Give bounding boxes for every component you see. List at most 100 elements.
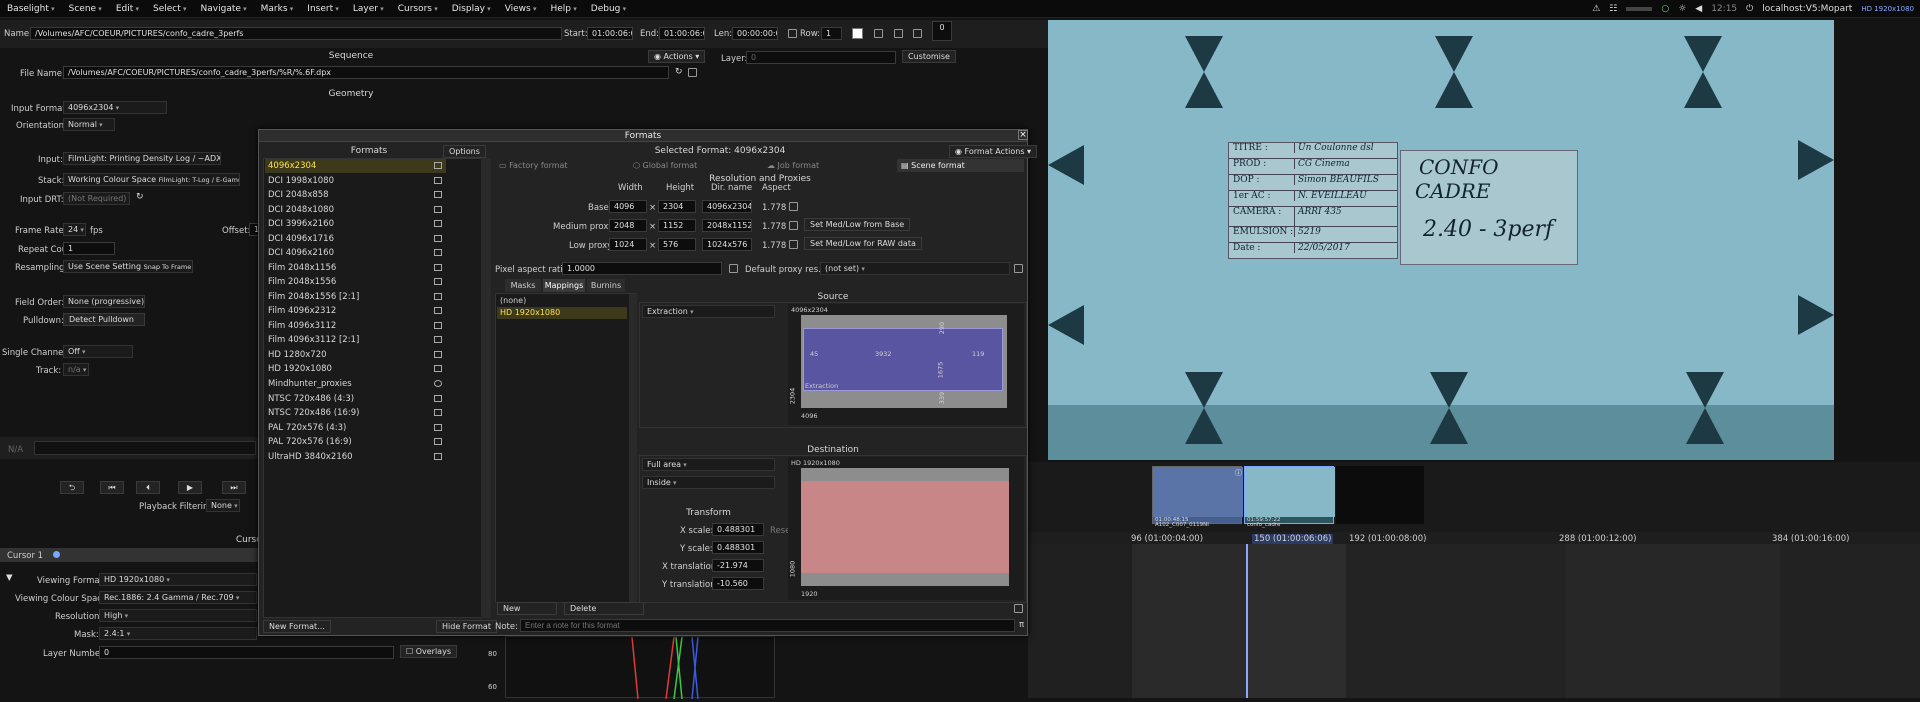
mask-item[interactable]: (none) [497, 295, 627, 307]
mask-list-scrollbar[interactable] [629, 294, 637, 602]
tab-scene-format[interactable]: ▤ Scene format [897, 159, 1024, 172]
start-input[interactable]: 01:00:06:06 [587, 27, 633, 40]
format-item[interactable]: HD 1280x720 [265, 348, 446, 362]
row-input[interactable]: 1 [821, 27, 842, 40]
menu-scene[interactable]: Scene [62, 4, 109, 14]
repeat-count-input[interactable]: 1 [63, 242, 115, 255]
tab-global-format[interactable]: ⬡ Global format [629, 159, 759, 172]
format-item[interactable]: DCI 2048x858 [265, 188, 446, 202]
options-button[interactable]: Options [443, 145, 486, 158]
len-input[interactable]: 00:00:00:01 [732, 27, 778, 40]
orientation-select[interactable]: Normal [63, 118, 115, 131]
clip-thumb-2[interactable]: 01:59:57:22 confo_cadre [1244, 466, 1335, 528]
destination-mode-select[interactable]: Full area [642, 458, 775, 471]
viewing-colour-space-select[interactable]: Rec.1886: 2.4 Gamma / Rec.709 [99, 591, 257, 604]
format-item[interactable]: Film 2048x1156 [265, 261, 446, 275]
format-item[interactable]: 4096x2304 [265, 159, 446, 173]
power-icon[interactable]: ⏻ [1746, 4, 1753, 14]
refresh-icon[interactable]: ↻ [675, 67, 683, 77]
new-mask-button[interactable]: New [497, 602, 557, 615]
viewing-format-select[interactable]: HD 1920x1080 [99, 573, 257, 586]
go-end-button[interactable]: ⏭ [222, 481, 246, 494]
hide-format-button[interactable]: Hide Format [436, 620, 497, 633]
layout-icon[interactable] [894, 29, 903, 38]
resampling-select[interactable]: Use Scene Setting Snap To Frame [63, 260, 193, 273]
format-item[interactable]: Film 4096x2312 [265, 304, 446, 318]
x-scale-input[interactable]: 0.488301 [712, 523, 764, 536]
tab-burnins[interactable]: Burnins [587, 279, 625, 292]
go-start-button[interactable]: ⏮ [100, 481, 124, 494]
source-mode-select[interactable]: Extraction [642, 305, 775, 318]
y-scale-input[interactable]: 0.488301 [712, 541, 764, 554]
note-input[interactable] [520, 619, 1015, 632]
destination-fit-select[interactable]: Inside [642, 476, 775, 489]
medium-dir-input[interactable]: 2048x1152 [702, 219, 752, 232]
input-drt-select[interactable]: (Not Required) [63, 192, 130, 205]
menu-marks[interactable]: Marks [254, 4, 301, 14]
mask-select[interactable]: 2.4:1 [99, 627, 257, 640]
browse-icon[interactable] [688, 68, 697, 77]
layer-number-input[interactable]: 0 [99, 646, 394, 659]
format-item[interactable]: Film 4096x3112 [265, 319, 446, 333]
timeline[interactable]: 96 (01:00:04:00) 150 (01:00:06:06) 192 (… [1028, 532, 1920, 698]
resolution-select[interactable]: High [99, 609, 257, 622]
clip-info-icon[interactable]: ⓘ [1235, 468, 1242, 478]
low-lock-icon[interactable] [789, 240, 798, 249]
step-back-button[interactable]: ⏴ [136, 481, 160, 494]
overlays-button[interactable]: ☐ Overlays [400, 645, 457, 658]
format-item[interactable]: NTSC 720x486 (16:9) [265, 406, 446, 420]
grid-icon[interactable] [874, 29, 883, 38]
format-item[interactable]: HD 1920x1080 [265, 362, 446, 376]
pixel-aspect-input[interactable]: 1.0000 [562, 262, 722, 275]
brightness-icon[interactable]: ☼ [1678, 4, 1686, 14]
format-item[interactable]: NTSC 720x486 (4:3) [265, 392, 446, 406]
base-dir-input[interactable]: 4096x2304 [702, 200, 752, 213]
format-item[interactable]: DCI 3996x2160 [265, 217, 446, 231]
dest-image-rect[interactable] [801, 481, 1009, 573]
format-item[interactable]: DCI 4096x1716 [265, 232, 446, 246]
name-input[interactable]: /Volumes/AFC/COEUR/PICTURES/confo_cadre_… [30, 27, 562, 40]
stack-select[interactable]: Working Colour Space FilmLight: T-Log / … [63, 173, 240, 186]
format-item[interactable]: Mindhunter_proxies [265, 377, 446, 391]
set-med-low-base-button[interactable]: Set Med/Low from Base [804, 218, 911, 231]
format-item[interactable]: PAL 720x576 (4:3) [265, 421, 446, 435]
y-translation-input[interactable]: -10.560 [712, 577, 764, 590]
detect-pulldown-button[interactable]: Detect Pulldown [63, 313, 145, 326]
format-item[interactable]: DCI 1998x1080 [265, 174, 446, 188]
input-format-select[interactable]: 4096x2304 [63, 101, 167, 114]
medium-lock-icon[interactable] [789, 221, 798, 230]
layer-input[interactable]: 0 [746, 51, 896, 64]
format-actions-button[interactable]: ◉ Format Actions ▾ [949, 145, 1038, 158]
warning-icon[interactable]: ⚠ [1592, 4, 1600, 14]
format-item[interactable]: UltraHD 3840x2160 [265, 450, 446, 464]
tab-job-format[interactable]: ☁ Job format [763, 159, 893, 172]
customise-button[interactable]: Customise [902, 50, 956, 63]
tab-masks[interactable]: Masks [505, 279, 541, 292]
menu-debug[interactable]: Debug [584, 4, 633, 14]
base-lock-icon[interactable] [789, 202, 798, 211]
format-item[interactable]: DCI 4096x2160 [265, 246, 446, 260]
format-item[interactable]: Film 4096x3112 [2:1] [265, 333, 446, 347]
actions-button[interactable]: ◉ Actions ▾ [648, 50, 706, 63]
single-channel-select[interactable]: Off [63, 345, 133, 358]
file-name-input[interactable]: /Volumes/AFC/COEUR/PICTURES/confo_cadre_… [63, 66, 669, 79]
menu-edit[interactable]: Edit [109, 4, 146, 14]
end-input[interactable]: 01:00:06:07 [659, 27, 705, 40]
white-swatch-icon[interactable] [852, 28, 863, 39]
tab-mappings[interactable]: Mappings [543, 279, 585, 292]
format-item[interactable]: Film 2048x1556 [2:1] [265, 290, 446, 304]
mask-item-selected[interactable]: HD 1920x1080 [497, 307, 627, 319]
clip-thumb-1[interactable]: 01:00:48:15 A102_C007_0119NI ⓘ [1152, 466, 1243, 528]
menu-app[interactable]: Baselight [0, 4, 62, 14]
format-list-scrollbar[interactable] [481, 158, 491, 618]
medium-height-input[interactable]: 1152 [658, 219, 696, 232]
trash-icon[interactable] [913, 29, 922, 38]
scrub-bar[interactable] [34, 441, 256, 455]
format-item[interactable]: DCI 2048x1080 [265, 203, 446, 217]
delete-mask-button[interactable]: Delete [564, 602, 644, 615]
menu-layer[interactable]: Layer [346, 4, 391, 14]
loop-button[interactable]: ⮌ [60, 481, 84, 494]
medium-width-input[interactable]: 2048 [609, 219, 647, 232]
set-med-low-raw-button[interactable]: Set Med/Low for RAW data [804, 237, 922, 250]
menu-views[interactable]: Views [498, 4, 544, 14]
